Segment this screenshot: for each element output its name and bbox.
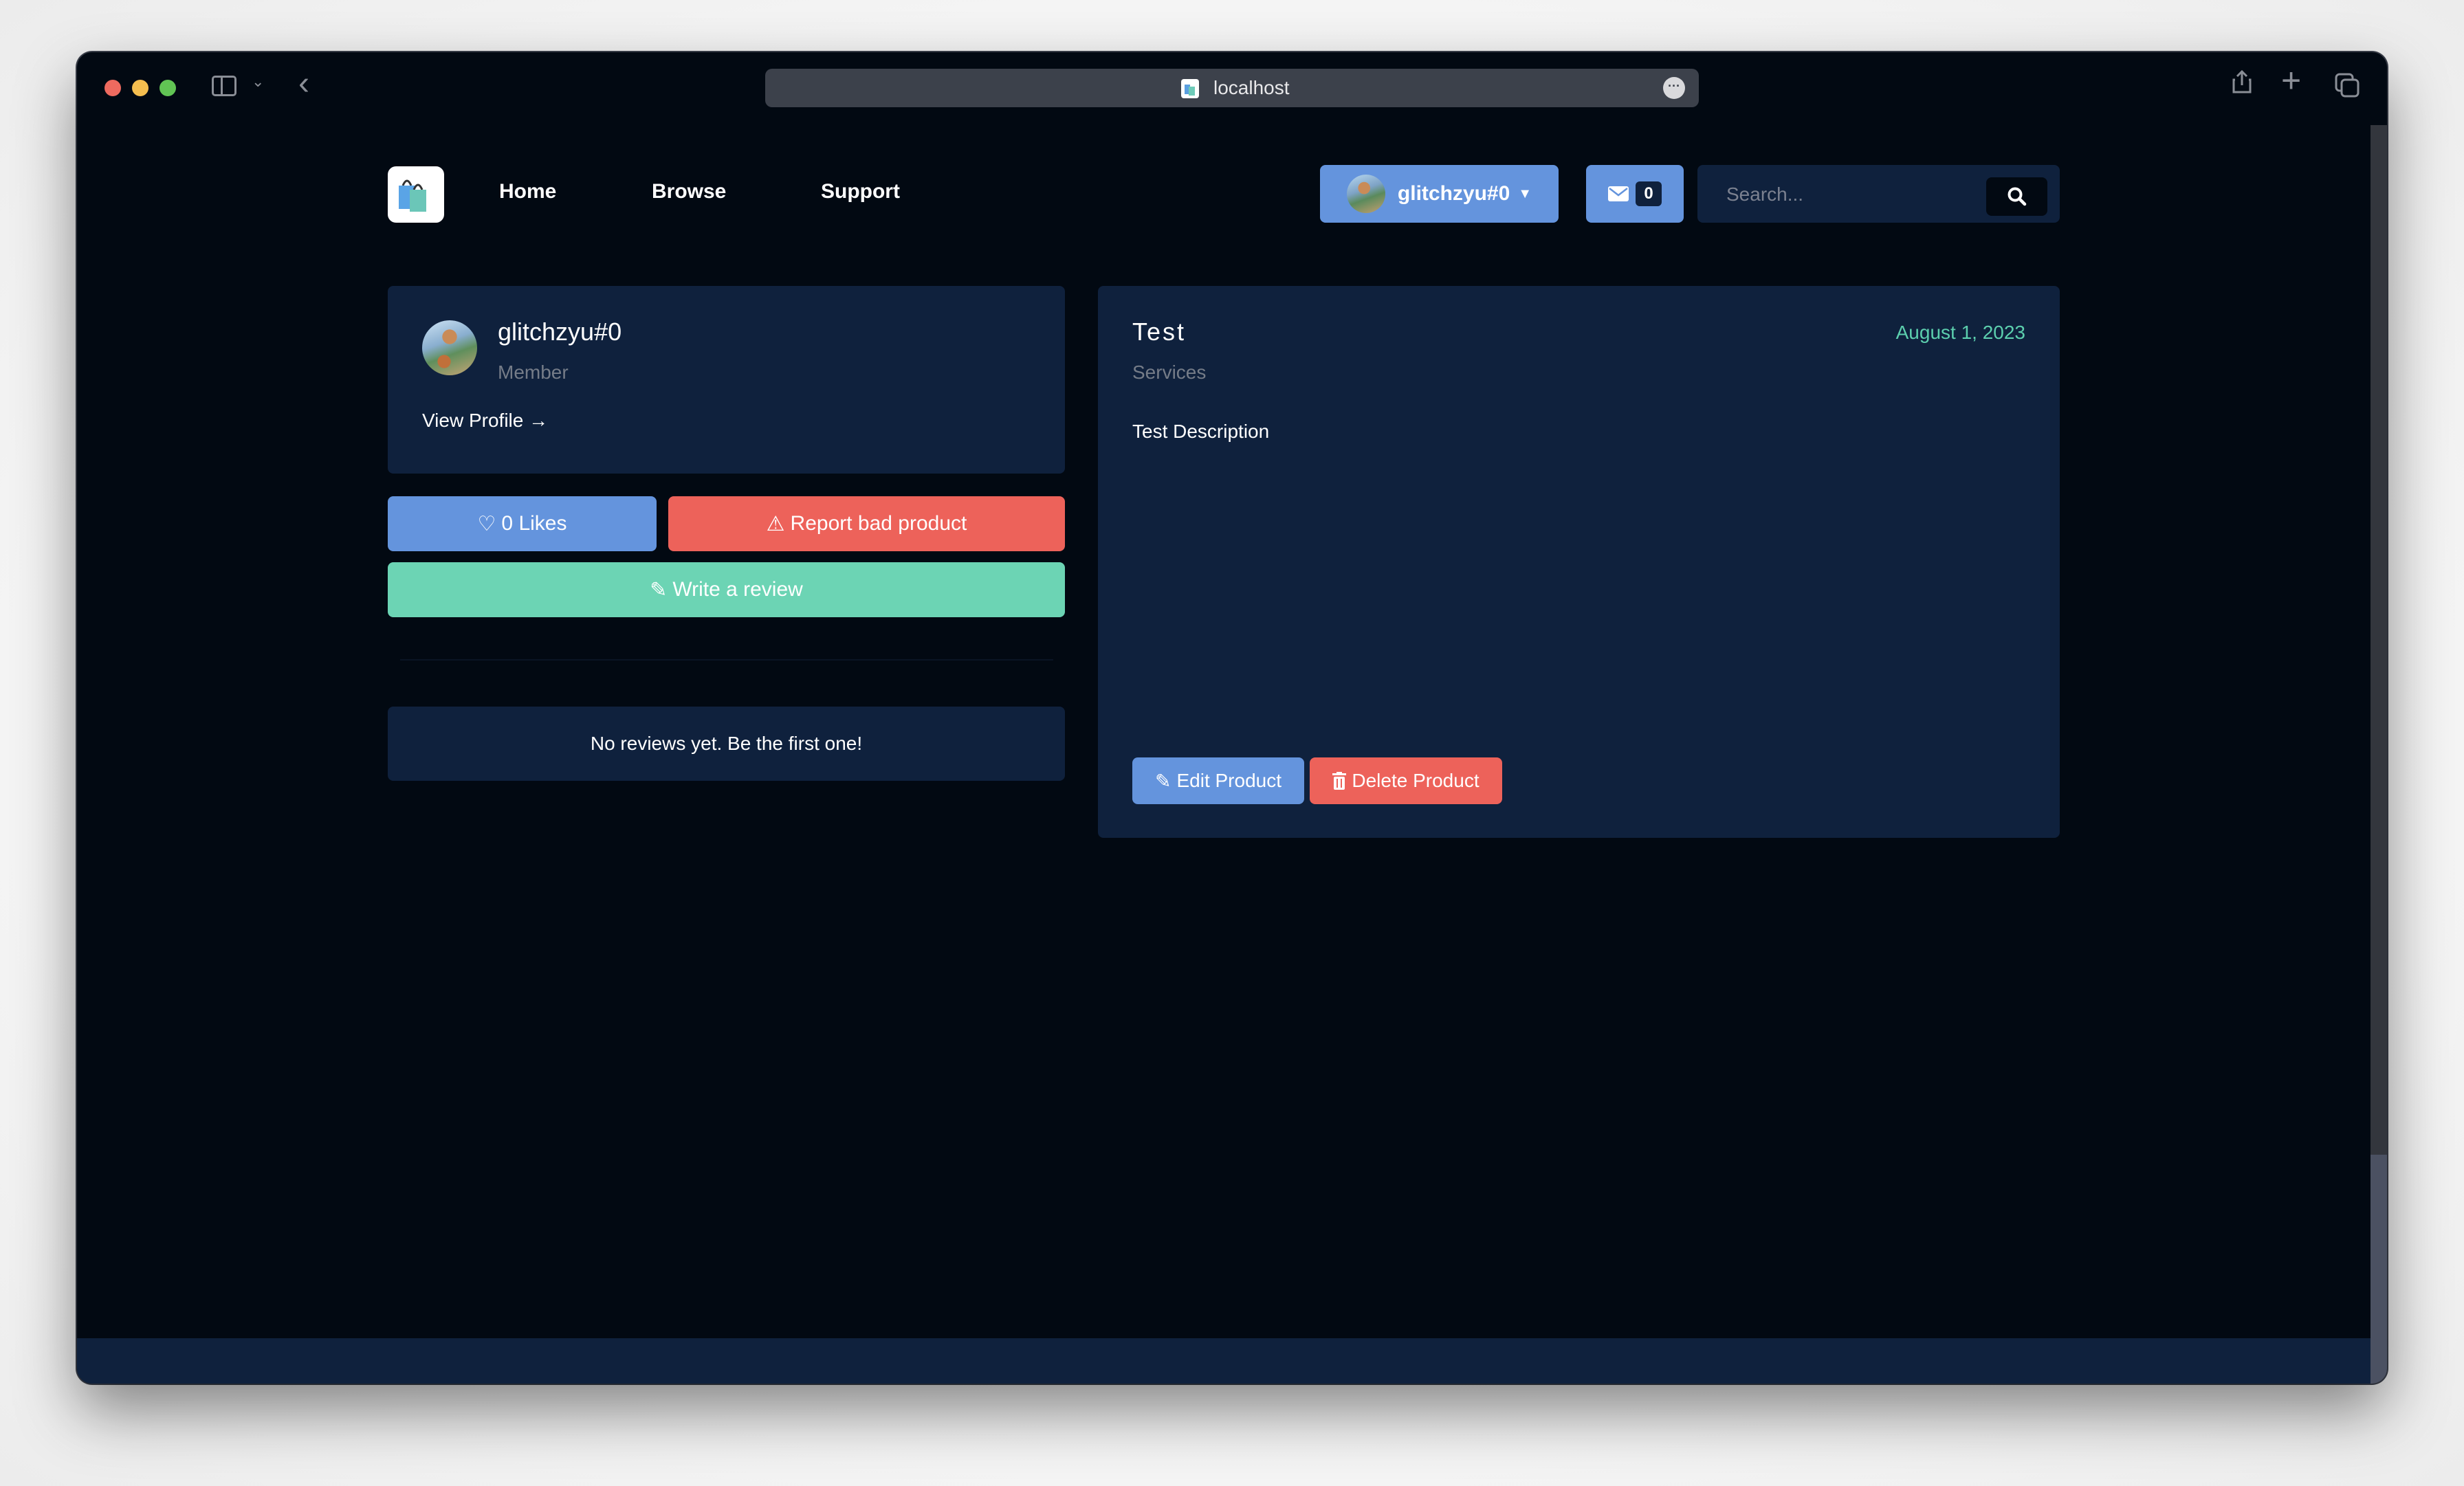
maximize-window-button[interactable] <box>160 80 176 96</box>
nav-browse[interactable]: Browse <box>652 180 726 203</box>
likes-label: 0 Likes <box>501 512 567 535</box>
delete-product-label: Delete Product <box>1352 770 1480 791</box>
messages-button[interactable]: 0 <box>1586 165 1684 223</box>
envelope-icon <box>1608 186 1629 201</box>
trash-icon <box>1332 772 1347 790</box>
user-menu-name: glitchzyu#0 <box>1397 182 1510 205</box>
edit-product-button[interactable]: ✎ Edit Product <box>1132 757 1304 804</box>
scrollbar-thumb[interactable] <box>2370 1155 2387 1384</box>
arrow-right-icon: → <box>529 410 549 431</box>
browser-window: ⌄ ‹ localhost ··· + Home Browse Support … <box>77 52 2387 1384</box>
product-details-card: Test August 1, 2023 Services Test Descri… <box>1098 286 2060 838</box>
write-review-button[interactable]: ✎ Write a review <box>388 562 1065 617</box>
search-icon <box>2008 187 2026 206</box>
page-footer <box>77 1338 2370 1384</box>
product-title: Test <box>1132 318 1187 346</box>
report-label: Report bad product <box>790 512 967 535</box>
report-product-button[interactable]: ⚠ Report bad product <box>668 496 1065 551</box>
warning-icon: ⚠ <box>766 512 785 535</box>
tab-overview-icon[interactable] <box>2335 73 2360 98</box>
reviews-empty-state: No reviews yet. Be the first one! <box>388 707 1065 781</box>
reviews-empty-text: No reviews yet. Be the first one! <box>590 733 863 754</box>
delete-product-button[interactable]: Delete Product <box>1310 757 1502 804</box>
url-text: localhost <box>1213 77 1290 98</box>
shopping-bags-icon <box>399 179 426 212</box>
address-bar[interactable]: localhost ··· <box>765 69 1699 107</box>
product-category: Services <box>1132 362 1207 383</box>
seller-name: glitchzyu#0 <box>498 318 622 346</box>
heart-icon: ♡ <box>477 512 496 535</box>
pencil-icon: ✎ <box>650 578 668 601</box>
caret-down-icon: ▼ <box>1518 186 1532 201</box>
review-label: Write a review <box>672 578 803 601</box>
divider <box>400 659 1053 661</box>
back-button-icon[interactable]: ‹ <box>298 65 309 102</box>
site-favicon-icon <box>1181 79 1199 98</box>
search-button[interactable] <box>1986 177 2047 216</box>
page-menu-icon[interactable]: ··· <box>1663 77 1685 99</box>
minimize-window-button[interactable] <box>132 80 148 96</box>
avatar <box>1346 175 1385 213</box>
messages-count-badge: 0 <box>1636 181 1662 206</box>
view-profile-label: View Profile <box>422 410 524 431</box>
product-date: August 1, 2023 <box>1895 322 2025 343</box>
share-icon[interactable] <box>2232 70 2252 93</box>
seller-profile-card: glitchzyu#0 Member View Profile → <box>388 286 1065 474</box>
nav-support[interactable]: Support <box>821 180 900 203</box>
search-input[interactable] <box>1725 165 1975 224</box>
like-button[interactable]: ♡ 0 Likes <box>388 496 657 551</box>
site-logo[interactable] <box>388 166 444 223</box>
new-tab-icon[interactable]: + <box>2281 63 2301 98</box>
user-menu-button[interactable]: glitchzyu#0 ▼ <box>1320 165 1559 223</box>
close-window-button[interactable] <box>104 80 121 96</box>
seller-role: Member <box>498 362 569 383</box>
avatar <box>422 320 477 375</box>
search-form <box>1697 165 2060 224</box>
nav-home[interactable]: Home <box>499 180 556 203</box>
product-description: Test Description <box>1132 421 1270 442</box>
pencil-icon: ✎ <box>1155 770 1172 792</box>
sidebar-toggle-icon[interactable] <box>212 76 236 96</box>
edit-product-label: Edit Product <box>1176 770 1282 791</box>
view-profile-link[interactable]: View Profile → <box>422 410 548 432</box>
chevron-down-icon[interactable]: ⌄ <box>252 73 264 91</box>
